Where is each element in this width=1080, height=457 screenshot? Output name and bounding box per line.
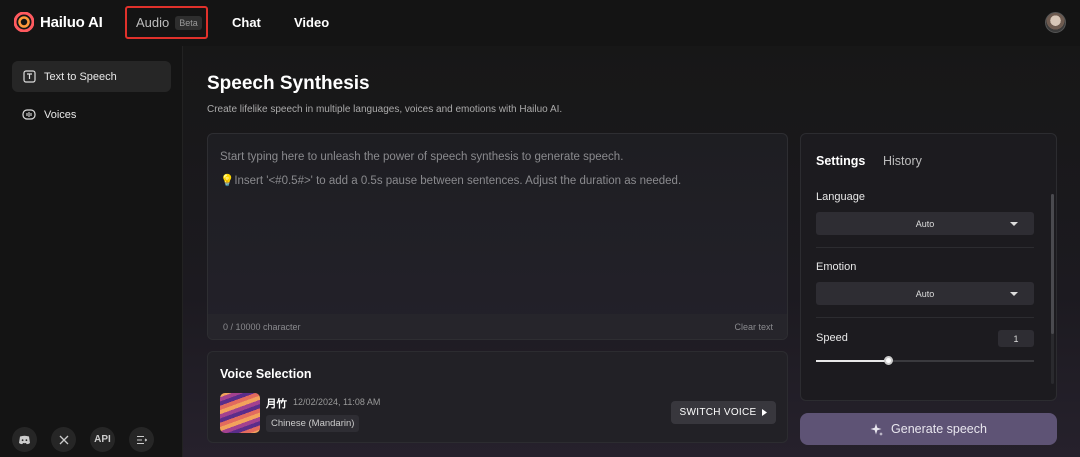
sidebar-item-label: Text to Speech [44,70,117,83]
sidebar-item-label: Voices [44,108,77,121]
user-avatar[interactable] [1045,12,1066,33]
generate-speech-button[interactable]: Generate speech [800,413,1057,445]
speed-slider-fill [816,360,888,362]
chevron-down-icon [1010,222,1018,226]
language-value: Auto [915,218,935,229]
character-count: 0 / 10000 character [223,322,301,332]
voice-name: 月竹 [266,398,287,410]
switch-voice-button[interactable]: SWITCH VOICE [671,401,776,424]
sidebar-item-text-to-speech[interactable]: Text to Speech [12,61,171,92]
collapse-sidebar-icon[interactable] [129,427,154,452]
emotion-label: Emotion [816,261,857,273]
hailuo-logo-icon [14,12,34,32]
voice-selection-card: Voice Selection 月竹 12/02/2024, 11:08 AM … [207,351,788,443]
editor-hint: 💡Insert '<#0.5#>' to add a 0.5s pause be… [220,175,682,187]
sidebar-item-voices[interactable]: Voices [12,99,171,130]
main-content: Speech Synthesis Create lifelike speech … [183,46,1080,457]
sparkle-icon [870,423,884,436]
settings-panel: Settings History Language Auto Emotion A… [800,133,1057,401]
brand-logo[interactable]: Hailuo AI [14,12,103,32]
emotion-value: Auto [915,288,935,299]
voices-icon [22,108,36,122]
generate-speech-label: Generate speech [891,422,987,436]
beta-badge: Beta [175,15,202,30]
top-bar: Hailuo AI Audio Beta Chat Video [0,0,1080,46]
language-label: Language [816,191,865,203]
editor-placeholder: Start typing here to unleash the power o… [220,151,624,163]
page-title: Speech Synthesis [207,73,370,94]
speed-slider-handle[interactable] [883,356,893,365]
nav-video[interactable]: Video [294,15,329,30]
clear-text-button[interactable]: Clear text [734,322,773,332]
language-select[interactable]: Auto [816,212,1034,235]
divider [816,317,1034,318]
editor-footer: 0 / 10000 character Clear text [208,314,787,339]
voice-selection-title: Voice Selection [220,367,312,381]
voice-thumbnail [220,393,260,433]
text-editor[interactable]: Start typing here to unleash the power o… [207,133,788,340]
chevron-down-icon [1010,292,1018,296]
settings-scrollbar-thumb[interactable] [1051,194,1054,334]
speed-value-input[interactable]: 1 [998,330,1034,347]
tab-settings[interactable]: Settings [816,154,865,168]
speed-label: Speed [816,332,848,344]
divider [816,247,1034,248]
nav-audio[interactable]: Audio Beta [125,6,208,39]
voice-language-tag: Chinese (Mandarin) [266,415,360,432]
sidebar: Text to Speech Voices API [0,46,183,457]
voice-date: 12/02/2024, 11:08 AM [293,397,381,407]
x-twitter-icon[interactable] [51,427,76,452]
emotion-select[interactable]: Auto [816,282,1034,305]
sidebar-footer: API [12,427,154,452]
tab-history[interactable]: History [883,154,922,168]
nav-audio-label: Audio [136,15,170,30]
discord-icon[interactable] [12,427,37,452]
brand-name: Hailuo AI [40,13,103,31]
nav-chat[interactable]: Chat [232,15,261,30]
play-arrow-icon [762,409,768,416]
switch-voice-label: SWITCH VOICE [679,407,757,418]
page-subtitle: Create lifelike speech in multiple langu… [207,104,563,115]
text-to-speech-icon [22,70,36,84]
speed-slider[interactable] [816,356,1034,365]
api-button[interactable]: API [90,427,115,452]
